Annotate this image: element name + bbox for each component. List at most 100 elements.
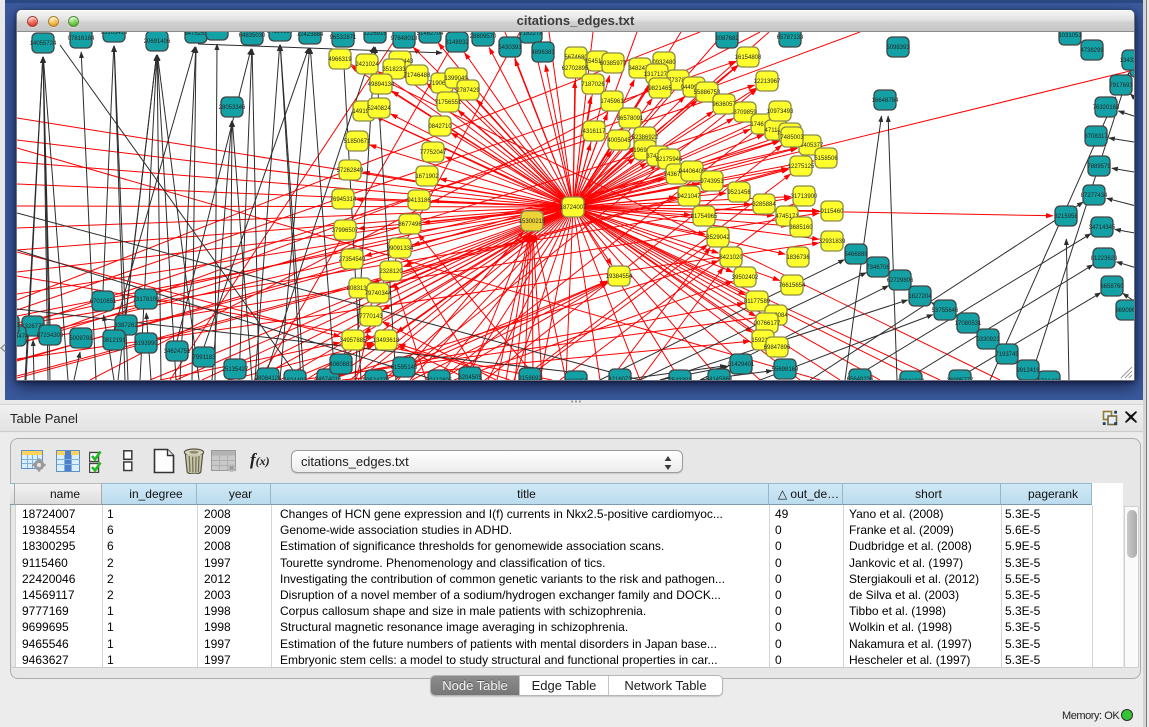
- svg-text:7193745: 7193745: [995, 352, 1019, 358]
- svg-text:5240824: 5240824: [367, 106, 391, 112]
- svg-text:2260256: 2260256: [564, 379, 588, 380]
- svg-text:3387262: 3387262: [114, 323, 138, 329]
- svg-text:87234309: 87234309: [37, 333, 64, 339]
- svg-text:18724007: 18724007: [560, 205, 587, 211]
- svg-text:72423884: 72423884: [297, 32, 324, 38]
- svg-text:7889579: 7889579: [1087, 164, 1111, 170]
- svg-text:4216073: 4216073: [608, 377, 632, 380]
- svg-text:02606474: 02606474: [17, 334, 29, 340]
- svg-text:7543303: 7543303: [668, 378, 692, 380]
- svg-text:4896383: 4896383: [531, 50, 555, 56]
- svg-text:81754965: 81754965: [691, 214, 718, 220]
- svg-text:86578091: 86578091: [617, 116, 644, 122]
- svg-text:37996507: 37996507: [332, 228, 359, 234]
- svg-text:5009788: 5009788: [69, 336, 93, 342]
- svg-text:3529042: 3529042: [706, 235, 730, 241]
- svg-text:10973493: 10973493: [767, 109, 794, 115]
- svg-text:17080531: 17080531: [955, 321, 982, 327]
- svg-text:69847896: 69847896: [764, 345, 791, 351]
- svg-text:2421024: 2421024: [355, 62, 379, 68]
- svg-text:25135427: 25135427: [222, 367, 249, 373]
- svg-text:9521456: 9521456: [727, 190, 751, 196]
- svg-text:60385977: 60385977: [600, 61, 627, 67]
- svg-text:12275125: 12275125: [788, 164, 815, 170]
- svg-text:6690967: 6690967: [1115, 308, 1134, 314]
- svg-text:8708317: 8708317: [1084, 134, 1108, 140]
- svg-text:53755646: 53755646: [932, 308, 959, 314]
- svg-text:7182278: 7182278: [519, 32, 543, 37]
- svg-text:9636057: 9636057: [712, 102, 736, 108]
- svg-text:7917693: 7917693: [1109, 83, 1133, 89]
- svg-text:82175946: 82175946: [656, 157, 683, 163]
- svg-text:76320163: 76320163: [1093, 105, 1120, 111]
- svg-text:64139537: 64139537: [267, 32, 294, 35]
- svg-text:4316117: 4316117: [583, 129, 607, 135]
- svg-text:31713900: 31713900: [791, 194, 818, 200]
- svg-text:3685160: 3685160: [789, 225, 813, 231]
- svg-text:01429401: 01429401: [728, 362, 755, 368]
- svg-text:9421047: 9421047: [677, 194, 701, 200]
- svg-text:2787429: 2787429: [456, 88, 480, 94]
- svg-text:12213967: 12213967: [754, 79, 781, 85]
- svg-text:76945314: 76945314: [330, 197, 357, 203]
- svg-text:81223623: 81223623: [1091, 256, 1118, 262]
- svg-text:49894134: 49894134: [368, 82, 395, 88]
- svg-text:7346706: 7346706: [866, 265, 890, 271]
- svg-text:8677496: 8677496: [398, 222, 422, 228]
- svg-text:39502402: 39502402: [732, 275, 759, 281]
- svg-text:1031051: 1031051: [1058, 33, 1082, 39]
- svg-text:99091334: 99091334: [387, 246, 414, 252]
- svg-text:77752047: 77752047: [420, 150, 447, 156]
- svg-text:87277434: 87277434: [1081, 193, 1108, 199]
- svg-text:14055724: 14055724: [30, 41, 57, 47]
- svg-text:96532871: 96532871: [330, 35, 357, 41]
- svg-text:7991183: 7991183: [193, 355, 217, 361]
- svg-text:28809570: 28809570: [470, 34, 497, 40]
- svg-text:1627204: 1627204: [908, 294, 932, 300]
- svg-text:00766177: 00766177: [754, 321, 781, 327]
- svg-text:79740344: 79740344: [365, 291, 392, 297]
- svg-text:6193990: 6193990: [134, 341, 158, 347]
- svg-text:9743953: 9743953: [700, 179, 724, 185]
- svg-text:34714345: 34714345: [1089, 225, 1116, 231]
- svg-text:0330923: 0330923: [976, 337, 1000, 343]
- svg-text:54145868: 54145868: [706, 377, 733, 380]
- svg-text:81177589: 81177589: [744, 299, 771, 305]
- svg-text:61595148: 61595148: [391, 365, 418, 371]
- svg-text:2328120: 2328120: [379, 269, 403, 275]
- svg-text:13493618: 13493618: [373, 338, 400, 344]
- svg-text:16648784: 16648784: [872, 98, 899, 104]
- svg-text:55698169: 55698169: [772, 367, 799, 373]
- svg-text:5430391: 5430391: [498, 45, 522, 51]
- svg-text:5158506: 5158506: [814, 156, 838, 162]
- svg-text:65787133: 65787133: [777, 35, 804, 41]
- svg-text:0812191: 0812191: [102, 338, 126, 344]
- svg-text:57262849: 57262849: [337, 168, 364, 174]
- svg-text:28053346: 28053346: [219, 105, 246, 111]
- svg-text:29946804: 29946804: [898, 379, 925, 380]
- svg-text:4060883: 4060883: [329, 362, 353, 368]
- svg-text:4005045: 4005045: [607, 138, 631, 144]
- svg-text:80112805: 80112805: [426, 378, 453, 380]
- svg-text:27354549: 27354549: [339, 257, 366, 263]
- svg-text:2087682: 2087682: [715, 36, 739, 42]
- svg-text:6204505: 6204505: [458, 375, 482, 380]
- svg-text:7770143: 7770143: [359, 314, 383, 320]
- svg-text:76615654: 76615654: [779, 283, 806, 289]
- svg-text:13433200: 13433200: [1120, 58, 1134, 64]
- svg-text:7187026: 7187026: [581, 82, 605, 88]
- svg-text:1824493: 1824493: [283, 378, 307, 380]
- svg-text:16154808: 16154808: [735, 55, 762, 61]
- svg-text:4738299: 4738299: [1080, 48, 1104, 54]
- svg-text:34957885: 34957885: [340, 338, 367, 344]
- svg-text:71746488: 71746488: [404, 73, 431, 79]
- svg-text:20691406: 20691406: [144, 39, 171, 45]
- svg-text:9115460: 9115460: [821, 209, 845, 215]
- svg-text:51850671: 51850671: [344, 139, 371, 145]
- svg-text:64835030: 64835030: [239, 33, 266, 39]
- svg-text:5098393: 5098393: [886, 45, 910, 51]
- svg-text:9413186: 9413186: [407, 198, 431, 204]
- svg-text:4966319: 4966319: [328, 57, 352, 63]
- svg-text:51462704: 51462704: [417, 32, 444, 37]
- svg-text:0842710: 0842710: [428, 124, 452, 130]
